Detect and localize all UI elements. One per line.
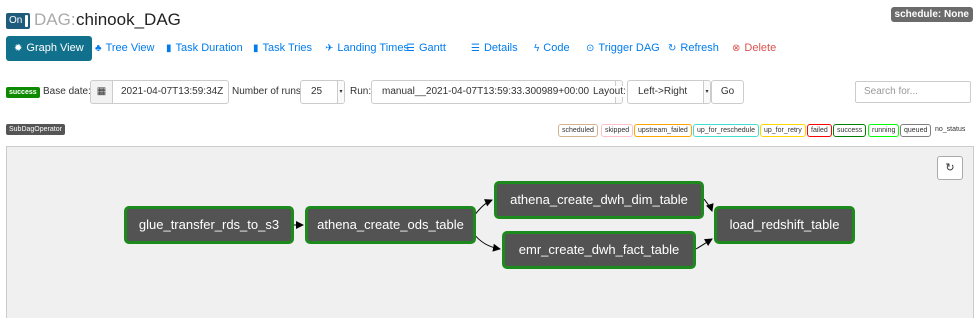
legend-upstream-failed: upstream_failed	[634, 124, 692, 137]
layout-value: Left->Right	[638, 86, 688, 97]
num-runs-label: Number of runs:	[232, 86, 304, 97]
graph-panel[interactable]: ↻ glue_transfer_rds_to_s3 athena_create_…	[6, 146, 974, 318]
operator-badge: SubDagOperator	[6, 124, 65, 135]
plane-icon: ✈	[325, 43, 334, 54]
legend-queued: queued	[900, 124, 932, 137]
legend-scheduled: scheduled	[558, 124, 598, 137]
tab-label: Details	[483, 42, 518, 54]
chart-bar-icon: ▮	[166, 43, 172, 54]
layout-label: Layout:	[593, 86, 628, 97]
page-title: chinook_DAG	[76, 10, 181, 29]
task-node[interactable]: athena_create_ods_table	[305, 206, 476, 244]
go-button[interactable]: Go	[711, 80, 744, 104]
refresh-icon: ↻	[668, 43, 677, 54]
task-node[interactable]: athena_create_dwh_dim_table	[494, 181, 704, 219]
dag-label: DAG:	[34, 10, 76, 29]
tab-label: Task Duration	[175, 42, 243, 54]
tab-label: Refresh	[680, 42, 719, 54]
schedule-badge: schedule: None	[890, 7, 973, 22]
tab-label: Task Tries	[262, 42, 313, 54]
search-input[interactable]: Search for...	[855, 81, 971, 103]
tab-label: Graph View	[26, 42, 84, 54]
legend-running: running	[868, 124, 900, 137]
tab-task-tries[interactable]: ▮ Task Tries	[253, 36, 312, 61]
legend-skipped: skipped	[601, 124, 634, 137]
run-label: Run:	[350, 86, 372, 97]
legend-up-for-reschedule: up_for_reschedule	[693, 124, 759, 137]
tab-trigger-dag[interactable]: ⊙ Trigger DAG	[586, 36, 660, 61]
task-node[interactable]: load_redshift_table	[714, 206, 855, 244]
tab-code[interactable]: ϟ Code	[534, 36, 570, 61]
task-label: emr_create_dwh_fact_table	[518, 242, 680, 257]
task-label: athena_create_dwh_dim_table	[510, 192, 688, 207]
task-label: glue_transfer_rds_to_s3	[138, 217, 280, 232]
base-date-label: Base date:	[43, 86, 91, 97]
edge-dim-to-load	[703, 198, 714, 212]
play-circle-icon: ⊙	[586, 43, 595, 54]
base-date-input[interactable]: 2021-04-07T13:59:34Z	[112, 80, 229, 104]
legend-up-for-retry: up_for_retry	[760, 124, 806, 137]
edge-ods-to-fact	[472, 232, 501, 252]
tree-icon: ♣	[95, 43, 102, 54]
refresh-icon: ↻	[945, 162, 955, 174]
tab-gantt[interactable]: ☰ Gantt	[406, 36, 446, 61]
num-runs-select[interactable]: 25 ▾	[300, 80, 345, 104]
tab-label: Delete	[744, 42, 777, 54]
legend-success: success	[833, 124, 867, 137]
tab-label: Landing Times	[337, 42, 409, 54]
tab-task-duration[interactable]: ▮ Task Duration	[166, 36, 243, 61]
tab-label: Trigger DAG	[598, 42, 660, 54]
task-node[interactable]: glue_transfer_rds_to_s3	[124, 206, 294, 244]
bolt-icon: ϟ	[534, 43, 540, 54]
tab-tree-view[interactable]: ♣ Tree View	[95, 36, 154, 61]
legend-failed: failed	[807, 124, 832, 137]
layout-select[interactable]: Left->Right ▾	[627, 80, 711, 104]
calendar-icon[interactable]: ▦	[90, 80, 112, 104]
task-node[interactable]: emr_create_dwh_fact_table	[502, 231, 696, 269]
run-select[interactable]: manual__2021-04-07T13:59:33.300989+00:00…	[371, 80, 623, 104]
edge-fact-to-load	[695, 238, 713, 250]
tab-label: Tree View	[105, 42, 155, 54]
tab-label: Gantt	[418, 42, 446, 54]
delete-icon: ⊗	[732, 43, 741, 54]
toggle-label: On	[9, 15, 23, 26]
list-icon: ☰	[471, 43, 480, 54]
task-label: load_redshift_table	[729, 217, 840, 232]
task-label: athena_create_ods_table	[317, 217, 464, 232]
run-value: manual__2021-04-07T13:59:33.300989+00:00	[382, 86, 590, 97]
state-badge: success	[6, 87, 40, 98]
chevron-down-icon: ▾	[337, 81, 344, 103]
tab-details[interactable]: ☰ Details	[471, 36, 518, 61]
tab-graph-view[interactable]: ✹ Graph View	[6, 36, 92, 61]
dag-on-toggle[interactable]: On	[6, 13, 30, 29]
chevron-down-icon: ▾	[703, 81, 710, 103]
chart-bar-icon: ▮	[253, 43, 259, 54]
tab-delete[interactable]: ⊗ Delete	[732, 36, 776, 61]
tab-label: Code	[543, 42, 570, 54]
graph-refresh-button[interactable]: ↻	[937, 156, 963, 180]
num-runs-value: 25	[311, 86, 323, 97]
gantt-icon: ☰	[406, 43, 415, 54]
tab-landing-times[interactable]: ✈ Landing Times	[325, 36, 409, 61]
tab-refresh[interactable]: ↻ Refresh	[668, 36, 719, 61]
gear-icon: ✹	[14, 43, 23, 54]
legend-no-status: no_status	[932, 124, 969, 135]
